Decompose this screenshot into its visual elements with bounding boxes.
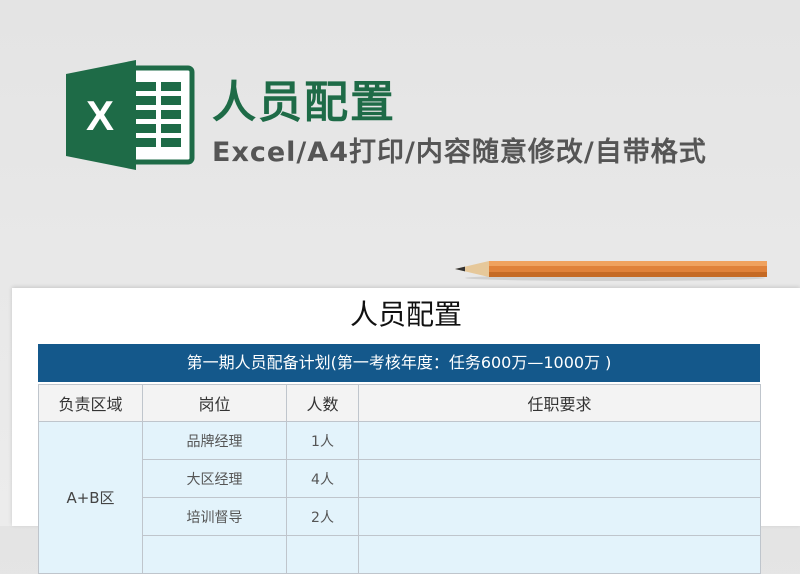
- column-header-count: 人数: [286, 384, 359, 422]
- table-row: 培训督导 2人: [39, 497, 761, 536]
- excel-logo-icon: X: [66, 60, 195, 170]
- table-row: A+B区 品牌经理 1人: [38, 421, 761, 574]
- requirement-cell: [358, 459, 761, 498]
- column-header-region: 负责区域: [38, 384, 143, 422]
- count-cell: 2人: [286, 497, 359, 536]
- count-cell: 4人: [286, 459, 359, 498]
- position-cell: 培训督导: [142, 497, 287, 536]
- spreadsheet-preview: 人员配置 第一期人员配备计划(第一考核年度：任务600万—1000万 ) 负责区…: [12, 288, 800, 574]
- position-cell: [142, 535, 287, 574]
- region-cell: A+B区: [38, 421, 143, 574]
- position-cell: 品牌经理: [142, 421, 287, 460]
- column-header-requirement: 任职要求: [358, 384, 761, 422]
- column-header-position: 岗位: [142, 384, 287, 422]
- requirement-cell: [358, 535, 761, 574]
- staffing-table: 负责区域 岗位 人数 任职要求 A+B区 品牌经理 1人 大区经理 4人 培训督…: [38, 384, 761, 574]
- position-cell: 大区经理: [142, 459, 287, 498]
- count-cell: [286, 535, 359, 574]
- sheet-title: 人员配置: [349, 298, 462, 331]
- count-cell: 1人: [286, 421, 359, 460]
- plan-banner: 第一期人员配备计划(第一考核年度：任务600万—1000万 ): [38, 344, 760, 382]
- table-header-row: 负责区域 岗位 人数 任职要求: [38, 384, 761, 422]
- table-row: [39, 535, 761, 574]
- page-title: 人员配置: [212, 77, 396, 128]
- svg-text:X: X: [86, 92, 114, 139]
- table-row: 大区经理 4人: [39, 459, 761, 498]
- requirement-cell: [358, 497, 761, 536]
- requirement-cell: [358, 421, 761, 460]
- page-subtitle: Excel/A4打印/内容随意修改/自带格式: [212, 137, 707, 168]
- pencil-icon: [455, 261, 767, 281]
